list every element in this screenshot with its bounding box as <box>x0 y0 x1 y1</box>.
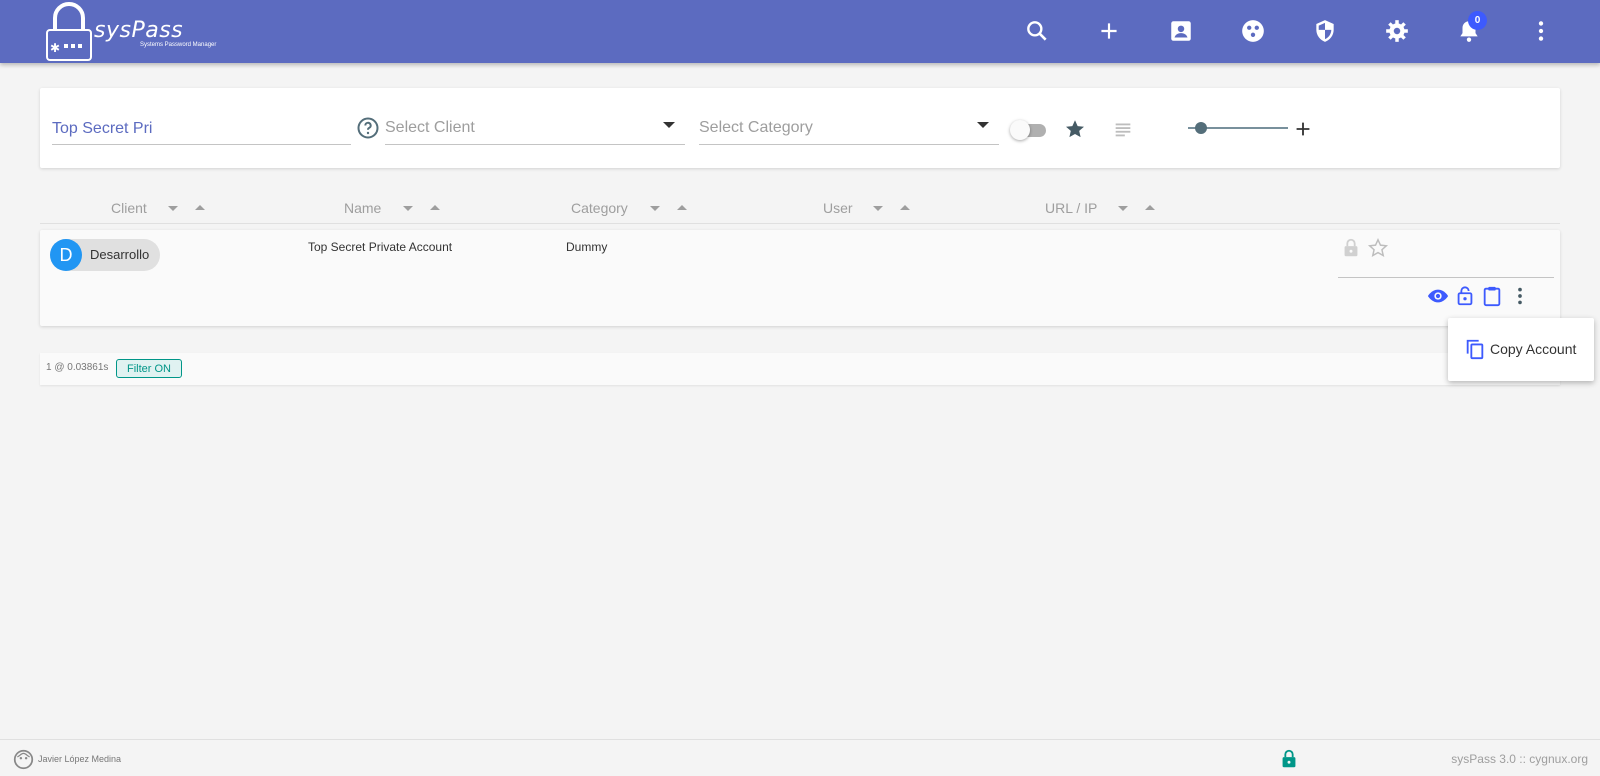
sort-lines-icon[interactable] <box>1112 118 1134 140</box>
table-row: D Desarrollo Top Secret Private Account … <box>40 230 1560 326</box>
column-header-client[interactable]: Client <box>111 197 147 219</box>
row-divider <box>1338 277 1554 278</box>
private-lock-icon <box>1340 237 1362 259</box>
search-icon[interactable] <box>1024 18 1050 44</box>
app-footer: Javier López Medina sysPass 3.0 :: cygnu… <box>0 739 1600 776</box>
column-header-url[interactable]: URL / IP <box>1045 197 1097 219</box>
avatar: D <box>50 239 82 271</box>
client-select-placeholder: Select Client <box>385 119 475 136</box>
account-box-icon[interactable] <box>1168 18 1194 44</box>
user-name: Javier López Medina <box>38 754 122 764</box>
client-name: Desarrollo <box>90 247 150 262</box>
app-header: ✱ sysPass Systems Password Manager 0 <box>0 0 1600 63</box>
add-account-plus-icon[interactable] <box>1292 118 1314 140</box>
padlock-logo-icon: ✱ <box>46 2 92 61</box>
sort-arrows-icon[interactable] <box>1116 197 1156 219</box>
copy-icon <box>1464 338 1486 360</box>
chevron-down-icon <box>977 122 989 128</box>
account-category: Dummy <box>566 240 608 254</box>
results-count: 1 @ 0.03861s <box>46 362 109 373</box>
session-lock-icon[interactable] <box>1278 748 1300 770</box>
category-select-placeholder: Select Category <box>699 119 813 136</box>
notification-badge[interactable]: 0 <box>1468 11 1487 30</box>
favorite-star-icon[interactable] <box>1367 237 1389 259</box>
favorite-filter-star-icon[interactable] <box>1064 118 1086 140</box>
view-password-lock-icon[interactable] <box>1454 285 1476 307</box>
search-panel: Select Client Select Category <box>40 88 1560 168</box>
sort-arrows-icon[interactable] <box>401 197 441 219</box>
apps-icon[interactable] <box>1240 18 1266 44</box>
column-header-category[interactable]: Category <box>571 197 628 219</box>
syspass-logo[interactable]: ✱ sysPass Systems Password Manager <box>44 2 216 62</box>
category-select[interactable]: Select Category <box>699 114 999 145</box>
clipboard-icon[interactable] <box>1481 285 1503 307</box>
security-icon[interactable] <box>1312 18 1338 44</box>
account-name[interactable]: Top Secret Private Account <box>308 240 452 254</box>
client-select[interactable]: Select Client <box>385 114 685 145</box>
gear-icon[interactable] <box>1384 18 1410 44</box>
copy-account-label: Copy Account <box>1490 341 1577 357</box>
app-version-info[interactable]: sysPass 3.0 :: cygnux.org <box>1451 752 1588 766</box>
more-vert-icon[interactable] <box>1528 18 1554 44</box>
table-header-divider <box>40 223 1560 224</box>
column-header-name[interactable]: Name <box>344 197 381 219</box>
logo-title: sysPass <box>94 18 184 43</box>
search-input[interactable] <box>52 114 351 145</box>
filter-toggle[interactable] <box>1010 120 1048 140</box>
column-header-user[interactable]: User <box>823 197 853 219</box>
results-slider[interactable] <box>1188 118 1288 138</box>
logo-subtitle: Systems Password Manager <box>140 42 217 48</box>
chevron-down-icon <box>663 122 675 128</box>
help-icon[interactable] <box>356 116 380 140</box>
view-eye-icon[interactable] <box>1427 285 1449 307</box>
sort-arrows-icon[interactable] <box>166 197 206 219</box>
more-actions-icon[interactable] <box>1509 285 1531 307</box>
results-status-bar: 1 @ 0.03861s Filter ON <box>40 353 1560 385</box>
filter-status-badge[interactable]: Filter ON <box>116 359 182 378</box>
user-face-icon[interactable] <box>13 749 34 770</box>
svg-text:✱: ✱ <box>50 41 60 55</box>
sort-arrows-icon[interactable] <box>871 197 911 219</box>
sort-arrows-icon[interactable] <box>648 197 688 219</box>
client-chip[interactable]: D Desarrollo <box>50 239 160 271</box>
plus-icon[interactable] <box>1096 18 1122 44</box>
copy-account-menu-item[interactable]: Copy Account <box>1448 318 1594 381</box>
